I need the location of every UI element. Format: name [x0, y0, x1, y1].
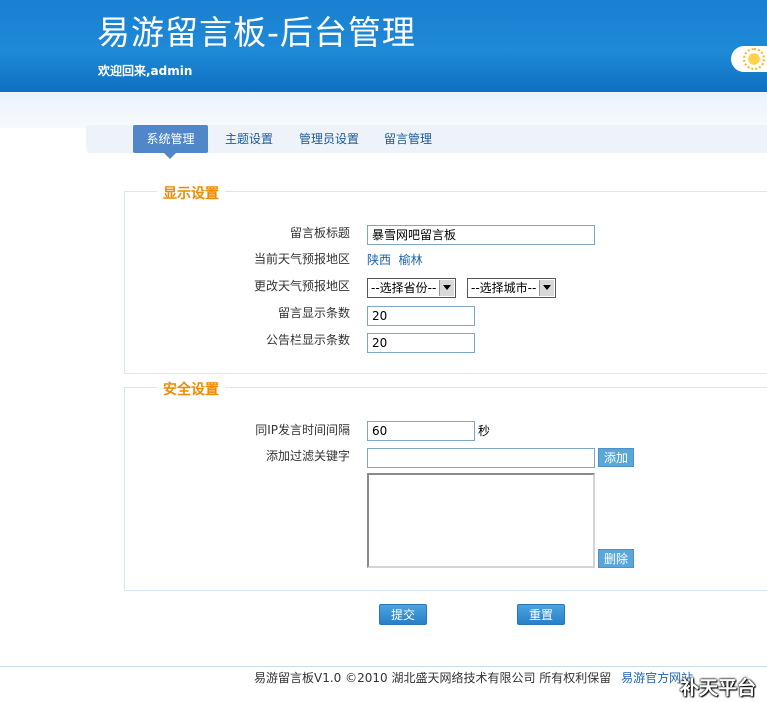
board-title-input[interactable]: 暴雪网吧留言板 — [367, 225, 595, 245]
city-select-value: --选择城市-- — [471, 281, 537, 295]
welcome-text: 欢迎回来,admin — [98, 64, 193, 78]
ip-interval-input[interactable]: 60 — [367, 421, 475, 441]
footer-divider — [0, 666, 767, 667]
tab-system-management[interactable]: 系统管理 — [133, 125, 208, 153]
weather-widget[interactable] — [731, 46, 767, 72]
message-count-label: 留言显示条数 — [277, 306, 350, 320]
current-region-city: 榆林 — [398, 253, 423, 267]
board-title-label: 留言板标题 — [289, 226, 350, 240]
chevron-down-icon — [439, 280, 454, 296]
tab-message-management[interactable]: 留言管理 — [378, 125, 438, 153]
submit-button[interactable]: 提交 — [379, 604, 427, 625]
display-settings-title: 显示设置 — [157, 183, 225, 203]
delete-keyword-button[interactable]: 删除 — [598, 549, 634, 568]
notice-count-label: 公告栏显示条数 — [265, 333, 350, 347]
current-region-province: 陕西 — [367, 253, 392, 267]
header-band — [0, 92, 767, 128]
tab-admin-settings[interactable]: 管理员设置 — [292, 125, 366, 153]
filter-keyword-input[interactable] — [367, 448, 595, 468]
active-tab-pointer — [164, 153, 176, 159]
sun-icon — [743, 48, 765, 70]
notice-count-input[interactable]: 20 — [367, 333, 475, 353]
keyword-list[interactable] — [367, 473, 595, 568]
watermark: 补天平台 — [680, 677, 757, 699]
ip-interval-unit: 秒 — [478, 424, 491, 438]
footer-copyright: 易游留言板V1.0 ©2010 湖北盛天网络技术有限公司 所有权利保留 — [254, 671, 612, 685]
tab-theme-settings[interactable]: 主题设置 — [218, 125, 280, 153]
message-count-input[interactable]: 20 — [367, 306, 475, 326]
current-region-value: 陕西 榆林 — [367, 250, 423, 270]
reset-button[interactable]: 重置 — [517, 604, 565, 625]
province-select-value: --选择省份-- — [371, 281, 437, 295]
province-select[interactable]: --选择省份-- — [367, 278, 456, 298]
add-keyword-button[interactable]: 添加 — [598, 448, 634, 467]
footer: 易游留言板V1.0 ©2010 湖北盛天网络技术有限公司 所有权利保留 易游官方… — [254, 670, 693, 686]
page-title: 易游留言板-后台管理 — [97, 13, 416, 52]
security-settings-title: 安全设置 — [157, 379, 225, 399]
city-select[interactable]: --选择城市-- — [467, 278, 556, 298]
current-region-label: 当前天气预报地区 — [253, 252, 350, 266]
change-region-label: 更改天气预报地区 — [253, 279, 350, 293]
filter-keyword-label: 添加过滤关键字 — [265, 449, 350, 463]
chevron-down-icon — [539, 280, 554, 296]
ip-interval-label: 同IP发言时间间隔 — [255, 423, 350, 437]
header: 易游留言板-后台管理 欢迎回来,admin — [0, 0, 767, 92]
nav-bar: 系统管理 主题设置 管理员设置 留言管理 — [86, 125, 767, 153]
